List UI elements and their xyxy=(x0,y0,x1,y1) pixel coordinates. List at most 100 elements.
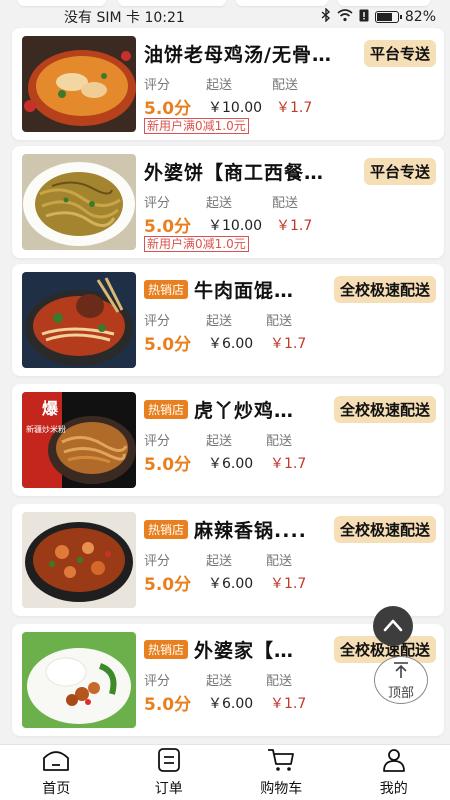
battery-icon xyxy=(374,11,402,23)
arrow-up-icon xyxy=(391,660,411,684)
delivery-tag: 平台专送 xyxy=(363,39,436,67)
hot-badge: 热销店 xyxy=(144,639,189,659)
home-icon xyxy=(41,748,71,778)
stat-labels: 评分 起送 配送 xyxy=(144,74,324,93)
carrier-text: 没有 SIM 卡 xyxy=(64,10,140,26)
delivery-label: 配送 xyxy=(266,554,293,569)
delivery-tag: 平台专送 xyxy=(363,157,436,185)
stat-values: 5.0分 ￥6.00 ￥1.7 xyxy=(144,570,324,595)
chevron-up-icon xyxy=(383,617,403,636)
delivery-label: 配送 xyxy=(266,314,293,329)
nav-cart-label: 购物车 xyxy=(260,780,303,797)
min-order-value: ￥6.00 xyxy=(208,696,254,712)
delivery-tag: 全校极速配送 xyxy=(333,275,436,303)
screen: 没有 SIM 卡 10:21 82% 油饼老母鸡汤/无骨… 平台专送 评分 起送… xyxy=(0,0,450,800)
shop-card[interactable]: 油饼老母鸡汤/无骨… 平台专送 评分 起送 配送 5.0分 ￥10.00 ￥1.… xyxy=(12,28,444,140)
shop-name-row: 油饼老母鸡汤/无骨… 平台专送 xyxy=(144,39,436,67)
min-order-value: ￥10.00 xyxy=(208,100,263,116)
delivery-label: 配送 xyxy=(272,196,299,211)
shop-score: 5.0分 xyxy=(144,335,192,355)
thumb-overlay-text: 爆 xyxy=(42,399,59,418)
shop-card[interactable]: 热销店 麻辣香锅.... 全校极速配送 评分 起送 配送 5.0分 ￥6.00 … xyxy=(12,504,444,616)
nav-home[interactable]: 首页 xyxy=(0,745,113,800)
stat-labels: 评分 起送 配送 xyxy=(144,192,324,211)
scroll-up-button[interactable] xyxy=(373,606,413,646)
spicy-pot-image xyxy=(22,512,136,608)
shop-score: 5.0分 xyxy=(144,99,192,119)
min-order-label: 起送 xyxy=(206,554,233,569)
score-label: 评分 xyxy=(144,196,171,211)
min-order-label: 起送 xyxy=(206,674,233,689)
shop-name-row: 热销店 牛肉面馄… 全校极速配送 xyxy=(144,275,436,303)
shop-name-row: 外婆饼【商工西餐… 平台专送 xyxy=(144,157,436,185)
score-label: 评分 xyxy=(144,674,171,689)
delivery-fee-value: ￥1.7 xyxy=(276,218,313,234)
nav-home-label: 首页 xyxy=(42,780,71,797)
min-order-value: ￥6.00 xyxy=(208,336,254,352)
nav-cart[interactable]: 购物车 xyxy=(225,745,338,800)
hot-badge: 热销店 xyxy=(144,279,189,299)
shop-name: 虎丫炒鸡… xyxy=(194,399,295,422)
nav-orders-label: 订单 xyxy=(154,780,183,797)
shop-name: 外婆饼【商工西餐… xyxy=(144,161,325,184)
clock: 10:21 xyxy=(144,10,185,26)
shop-card[interactable]: 热销店 牛肉面馄… 全校极速配送 评分 起送 配送 5.0分 ￥6.00 ￥1.… xyxy=(12,264,444,376)
score-label: 评分 xyxy=(144,434,171,449)
shop-name-row: 热销店 麻辣香锅.... 全校极速配送 xyxy=(144,515,436,543)
bottom-nav: 首页 订单 购物车 我的 xyxy=(0,744,450,800)
delivery-label: 配送 xyxy=(266,434,293,449)
stat-labels: 评分 起送 配送 xyxy=(144,430,324,449)
min-order-value: ￥6.00 xyxy=(208,456,254,472)
orders-icon xyxy=(154,747,184,778)
shop-score: 5.0分 xyxy=(144,575,192,595)
stat-values: 5.0分 ￥10.00 ￥1.7 xyxy=(144,94,324,119)
back-to-top-button[interactable]: 顶部 xyxy=(374,656,428,704)
shop-name: 麻辣香锅.... xyxy=(194,519,307,542)
min-order-label: 起送 xyxy=(206,314,233,329)
shop-card[interactable]: 爆 新疆炒米粉 热销店 虎丫炒鸡… 全校极速配送 评分 起送 配送 5.0分 ￥… xyxy=(12,384,444,496)
promo-badge: 新用户满0减1.0元 xyxy=(144,118,249,134)
stat-labels: 评分 起送 配送 xyxy=(144,670,324,689)
thumb-caption: 新疆炒米粉 xyxy=(26,424,66,434)
cart-icon xyxy=(266,748,296,778)
delivery-tag: 全校极速配送 xyxy=(333,395,436,423)
fried-rice-noodle-image: 爆 新疆炒米粉 xyxy=(22,392,136,488)
user-icon xyxy=(379,748,409,778)
back-to-top-label: 顶部 xyxy=(387,685,414,701)
min-order-value: ￥6.00 xyxy=(208,576,254,592)
delivery-label: 配送 xyxy=(272,78,299,93)
nav-orders[interactable]: 订单 xyxy=(113,745,226,800)
nav-mine-label: 我的 xyxy=(379,780,408,797)
rice-dish-image xyxy=(22,632,136,728)
stat-labels: 评分 起送 配送 xyxy=(144,550,324,569)
status-bar: 没有 SIM 卡 10:21 82% xyxy=(0,0,450,34)
delivery-tag: 全校极速配送 xyxy=(333,515,436,543)
shop-name: 牛肉面馄… xyxy=(194,279,295,302)
min-order-label: 起送 xyxy=(206,78,233,93)
min-order-label: 起送 xyxy=(206,196,233,211)
stat-values: 5.0分 ￥6.00 ￥1.7 xyxy=(144,690,324,715)
score-label: 评分 xyxy=(144,78,171,93)
shop-name-row: 热销店 虎丫炒鸡… 全校极速配送 xyxy=(144,395,436,423)
delivery-fee-value: ￥1.7 xyxy=(276,100,313,116)
nav-mine[interactable]: 我的 xyxy=(338,745,450,800)
battery-fill xyxy=(376,13,393,21)
delivery-fee-value: ￥1.7 xyxy=(270,696,307,712)
score-label: 评分 xyxy=(144,554,171,569)
battery-percent: 82% xyxy=(404,9,436,25)
shop-name: 外婆家【… xyxy=(194,639,295,662)
hot-badge: 热销店 xyxy=(144,399,189,419)
stat-values: 5.0分 ￥10.00 ￥1.7 xyxy=(144,212,324,237)
delivery-label: 配送 xyxy=(266,674,293,689)
delivery-fee-value: ￥1.7 xyxy=(270,336,307,352)
chicken-soup-image xyxy=(22,36,136,132)
stat-values: 5.0分 ￥6.00 ￥1.7 xyxy=(144,450,324,475)
shop-card[interactable]: 外婆饼【商工西餐… 平台专送 评分 起送 配送 5.0分 ￥10.00 ￥1.7… xyxy=(12,146,444,258)
stat-labels: 评分 起送 配送 xyxy=(144,310,324,329)
shop-score: 5.0分 xyxy=(144,695,192,715)
promo-badge: 新用户满0减1.0元 xyxy=(144,236,249,252)
delivery-fee-value: ￥1.7 xyxy=(270,456,307,472)
bluetooth-icon xyxy=(321,7,331,26)
score-label: 评分 xyxy=(144,314,171,329)
noodles-image xyxy=(22,154,136,250)
